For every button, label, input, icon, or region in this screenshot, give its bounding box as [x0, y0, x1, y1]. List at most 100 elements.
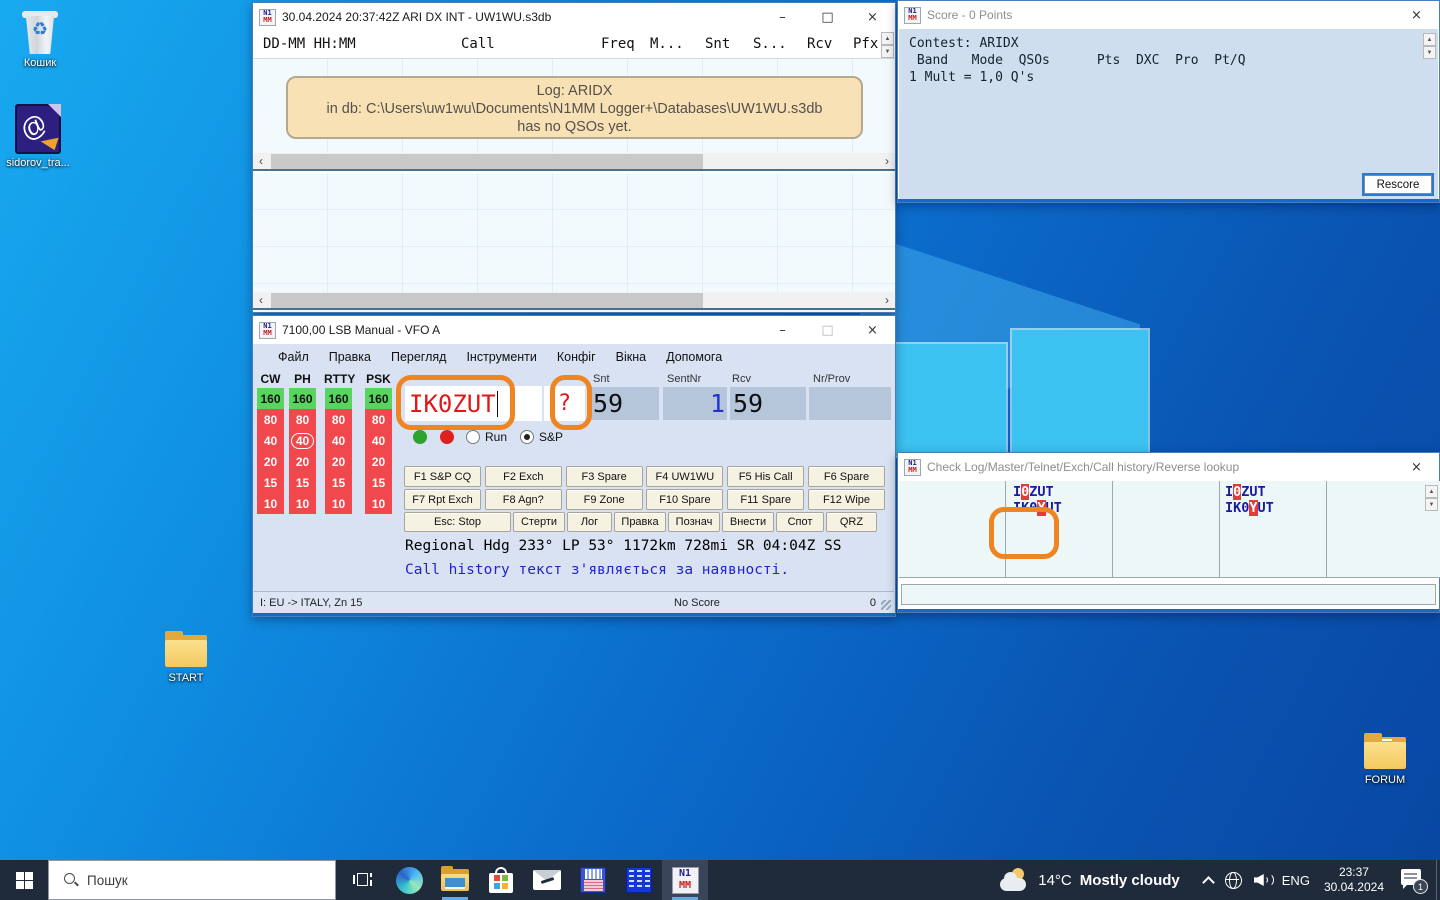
band-button[interactable]: 40 — [257, 430, 284, 451]
scrollbar-thumb[interactable] — [271, 154, 703, 169]
log-window-titlebar[interactable]: N1MM 30.04.2024 20:37:42Z ARI DX INT - U… — [253, 3, 895, 31]
taskbar-n1mm[interactable]: N1MM — [662, 860, 708, 900]
tray-expand-icon[interactable] — [1202, 876, 1215, 889]
band-button[interactable]: 10 — [365, 493, 392, 514]
sp-radio[interactable] — [520, 430, 534, 444]
exchange-input[interactable]: ? — [544, 386, 585, 421]
nrprov-input[interactable] — [809, 387, 891, 420]
close-button[interactable]: × — [850, 316, 895, 344]
taskbar-search[interactable]: Пошук — [48, 860, 336, 900]
minimize-button[interactable]: – — [760, 316, 805, 344]
col-freq[interactable]: Freq — [601, 36, 635, 52]
entry-window-titlebar[interactable]: N1MM 7100,00 LSB Manual - VFO A – □ × — [253, 316, 895, 344]
speaker-icon[interactable] — [1254, 872, 1272, 888]
f12-button[interactable]: F12 Wipe — [808, 489, 885, 510]
taskbar-store[interactable] — [478, 860, 524, 900]
check-window-titlebar[interactable]: N1MM Check Log/Master/Telnet/Exch/Call h… — [898, 453, 1439, 481]
snt-input[interactable]: 59 — [589, 387, 659, 420]
f10-button[interactable]: F10 Spare — [646, 489, 723, 510]
band-button[interactable]: 40 — [325, 430, 352, 451]
show-desktop-button[interactable] — [1436, 860, 1440, 900]
band-button[interactable]: 15 — [257, 472, 284, 493]
col-sentnr[interactable]: S... — [753, 36, 787, 52]
scroll-left-icon[interactable]: ‹ — [253, 153, 269, 169]
col-pfx[interactable]: Pfx — [853, 36, 878, 52]
col-snt[interactable]: Snt — [705, 36, 730, 52]
menu-file[interactable]: Файл — [268, 346, 319, 368]
close-button[interactable]: × — [1394, 1, 1439, 29]
menu-tools[interactable]: Інструменти — [456, 346, 546, 368]
store-button[interactable]: Внести — [722, 512, 774, 532]
band-button[interactable]: 20 — [289, 451, 316, 472]
spinner-up-icon[interactable]: ▲ — [881, 32, 894, 45]
check-spinner[interactable]: ▲ ▼ — [1425, 485, 1438, 511]
task-view-button[interactable] — [340, 860, 386, 900]
check-call-suggestions[interactable]: I0ZUT IK0YUT — [1013, 485, 1062, 516]
desktop-icon-recycle-bin[interactable]: ♻ Кошик — [2, 8, 78, 69]
esc-stop-button[interactable]: Esc: Stop — [404, 512, 511, 532]
spot-button[interactable]: Спот — [776, 512, 824, 532]
menu-edit[interactable]: Правка — [319, 346, 381, 368]
close-button[interactable]: × — [850, 3, 895, 31]
scroll-right-icon[interactable]: › — [879, 153, 895, 169]
spinner-down-icon[interactable]: ▼ — [1425, 498, 1438, 511]
spinner-down-icon[interactable]: ▼ — [1423, 46, 1436, 59]
run-radio[interactable] — [466, 430, 480, 444]
maximize-button[interactable]: □ — [805, 3, 850, 31]
menu-view[interactable]: Перегляд — [381, 346, 456, 368]
taskbar-database-app[interactable] — [616, 860, 662, 900]
spinner-up-icon[interactable]: ▲ — [1425, 485, 1438, 498]
f6-button[interactable]: F6 Spare — [808, 466, 885, 487]
rcv-input[interactable]: 59 — [730, 387, 806, 420]
log-upper-scrollbar[interactable]: ‹ › — [253, 153, 895, 171]
edit-button[interactable]: Правка — [614, 512, 666, 532]
menu-config[interactable]: Конфіг — [547, 346, 606, 368]
close-button[interactable]: × — [1394, 453, 1439, 481]
weather-widget[interactable]: 14°C Mostly cloudy — [990, 868, 1190, 892]
maximize-button[interactable]: □ — [805, 316, 850, 344]
band-button[interactable]: 20 — [365, 451, 392, 472]
band-button[interactable]: 10 — [325, 493, 352, 514]
band-button[interactable]: 15 — [325, 472, 352, 493]
rescore-button[interactable]: Rescore — [1364, 175, 1432, 194]
band-button[interactable]: 10 — [257, 493, 284, 514]
band-button[interactable]: 80 — [289, 409, 316, 430]
desktop-icon-start-folder[interactable]: START — [148, 631, 224, 684]
f8-button[interactable]: F8 Agn? — [485, 489, 562, 510]
band-button[interactable]: 20 — [325, 451, 352, 472]
band-button[interactable]: 15 — [289, 472, 316, 493]
mark-button[interactable]: Познач — [668, 512, 720, 532]
score-spinner[interactable]: ▲ ▼ — [1423, 33, 1436, 59]
band-button[interactable]: 80 — [325, 409, 352, 430]
score-window-titlebar[interactable]: N1MM Score - 0 Points × — [898, 1, 1439, 29]
f1-button[interactable]: F1 S&P CQ — [404, 466, 481, 487]
network-icon[interactable] — [1225, 872, 1242, 889]
desktop-icon-sidorov-file[interactable]: @ sidorov_tra... — [0, 104, 76, 169]
minimize-button[interactable]: – — [760, 3, 805, 31]
f9-button[interactable]: F9 Zone — [566, 489, 643, 510]
spinner-down-icon[interactable]: ▼ — [881, 45, 894, 58]
band-button[interactable]: 80 — [365, 409, 392, 430]
taskbar-edge[interactable] — [386, 860, 432, 900]
wipe-button[interactable]: Стерти — [513, 512, 565, 532]
band-button[interactable]: 80 — [257, 409, 284, 430]
callsign-input[interactable]: IK0ZUT — [405, 386, 542, 421]
qrz-button[interactable]: QRZ — [826, 512, 877, 532]
taskbar-explorer[interactable] — [432, 860, 478, 900]
band-button[interactable]: 160 — [325, 388, 352, 409]
band-button[interactable]: 20 — [257, 451, 284, 472]
col-call[interactable]: Call — [461, 36, 495, 52]
notification-center-button[interactable]: 1 — [1398, 860, 1428, 900]
taskbar-floppy-app[interactable] — [570, 860, 616, 900]
spinner-up-icon[interactable]: ▲ — [1423, 33, 1436, 46]
f3-button[interactable]: F3 Spare — [566, 466, 643, 487]
log-button[interactable]: Лог — [567, 512, 612, 532]
taskbar-clock[interactable]: 23:37 30.04.2024 — [1324, 865, 1384, 895]
f4-button[interactable]: F4 UW1WU — [646, 466, 723, 487]
col-datetime[interactable]: DD-MM HH:MM — [263, 36, 356, 52]
band-button[interactable]: 10 — [289, 493, 316, 514]
f7-button[interactable]: F7 Rpt Exch — [404, 489, 481, 510]
log-lower-scrollbar[interactable]: ‹ › — [253, 292, 895, 310]
desktop-icon-forum-folder[interactable]: FORUM — [1347, 733, 1423, 786]
resize-grip[interactable] — [881, 600, 891, 610]
